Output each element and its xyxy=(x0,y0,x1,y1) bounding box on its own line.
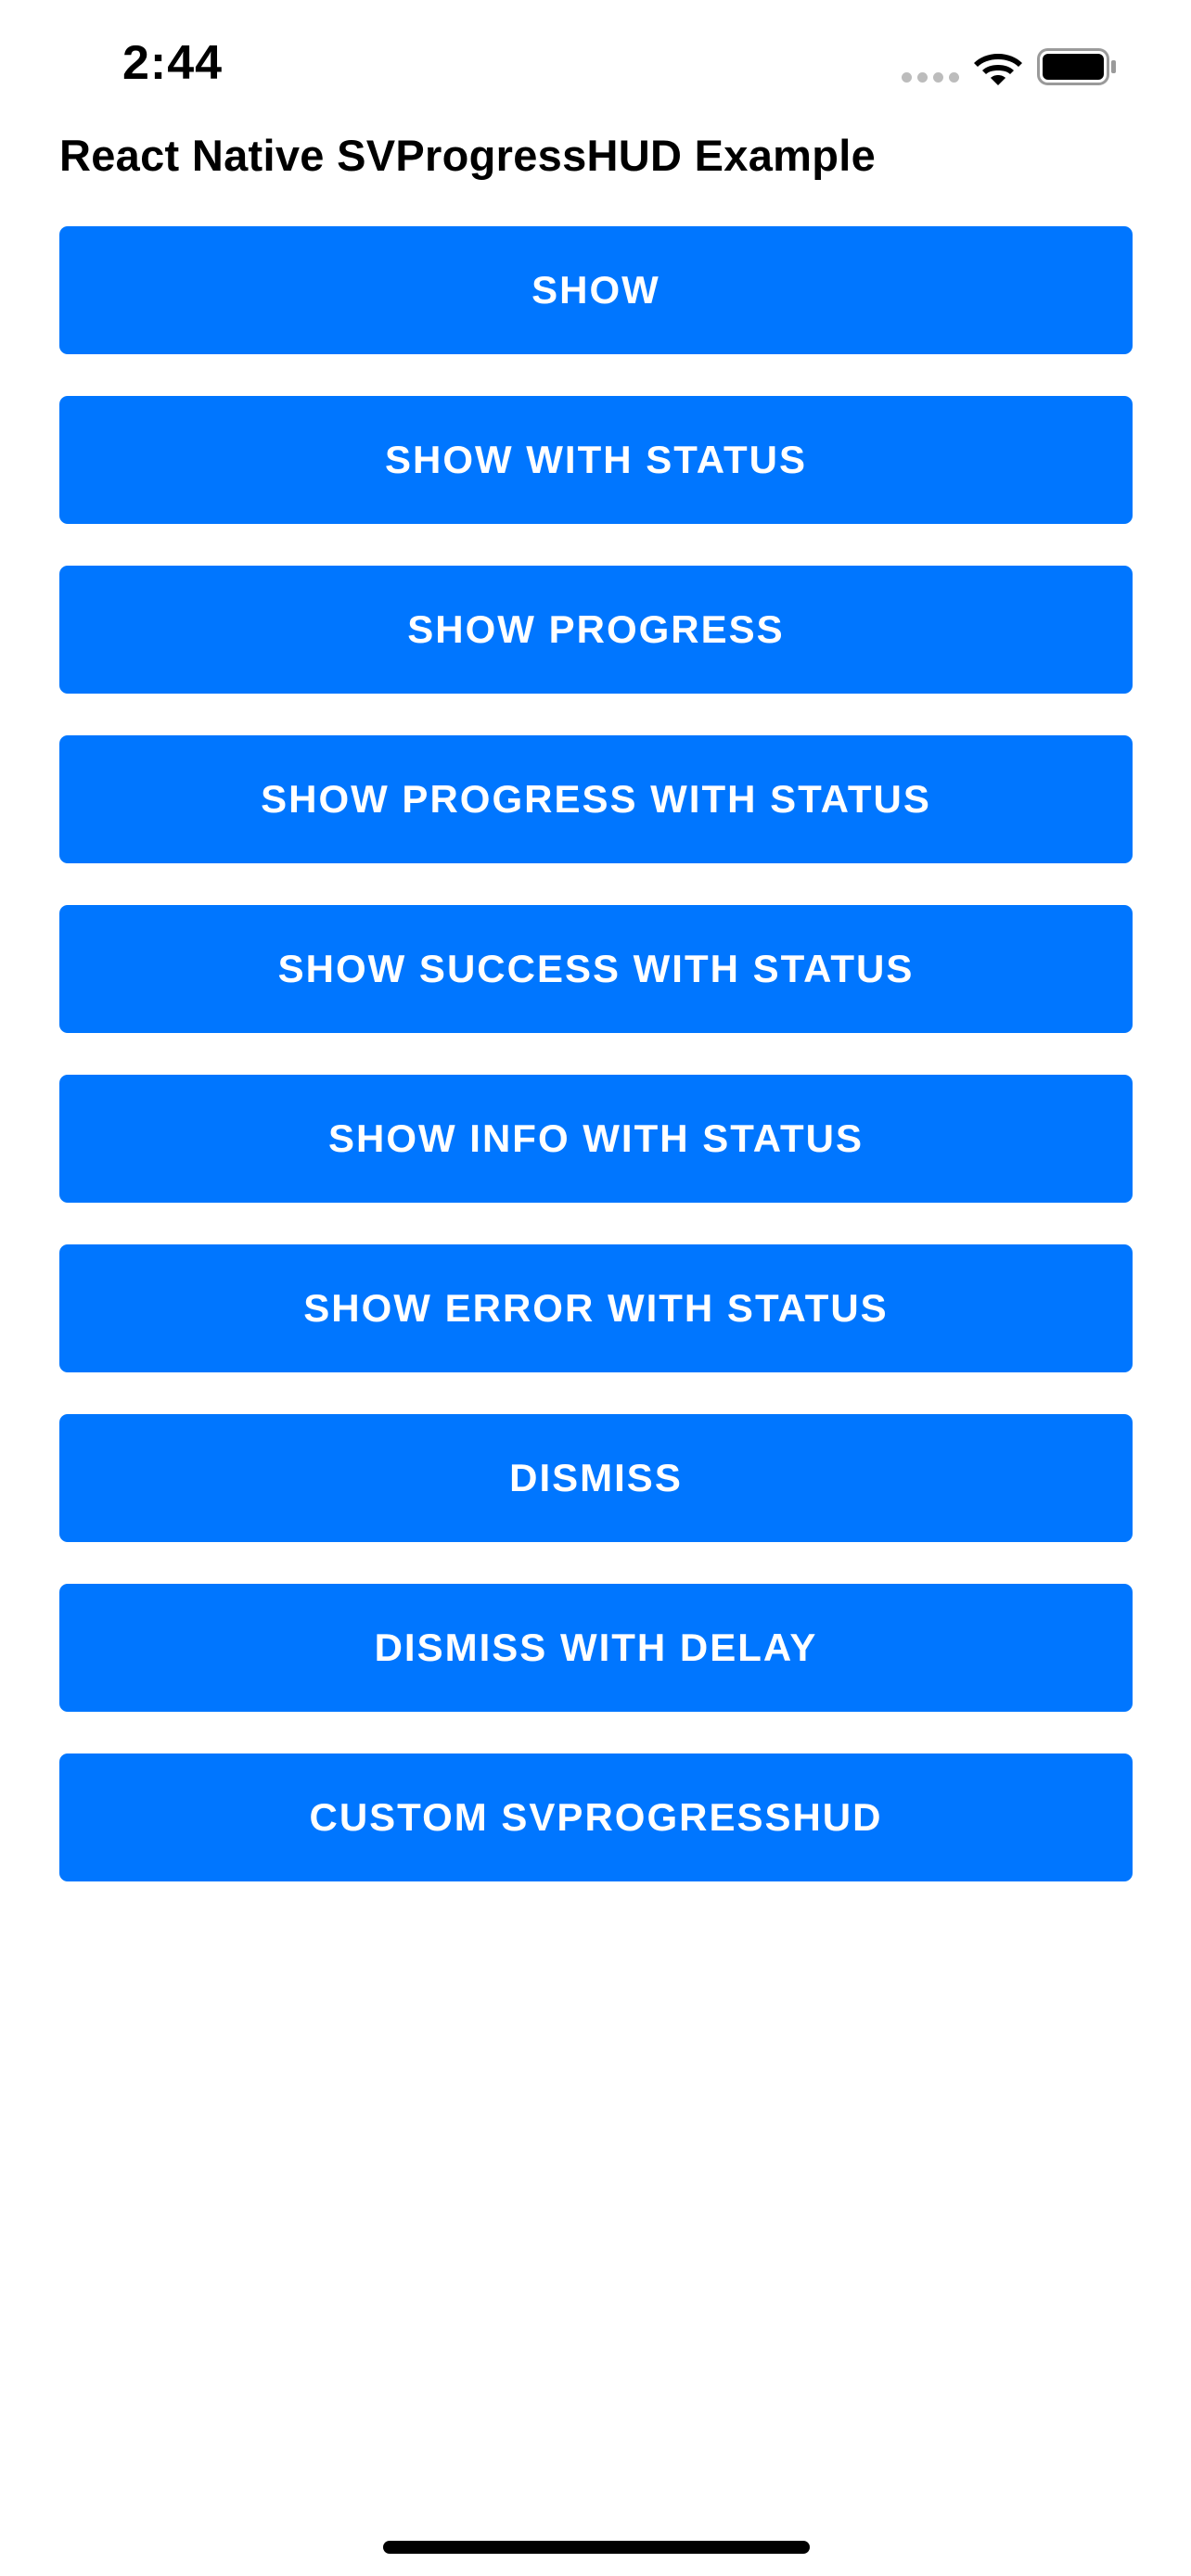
show-error-with-status-button[interactable]: SHOW ERROR WITH STATUS xyxy=(59,1244,1133,1372)
page-title: React Native SVProgressHUD Example xyxy=(59,131,877,180)
button-label: DISMISS WITH DELAY xyxy=(374,1626,818,1669)
button-label: CUSTOM SVPROGRESSHUD xyxy=(309,1795,883,1839)
dismiss-button[interactable]: DISMISS xyxy=(59,1414,1133,1542)
wifi-icon xyxy=(974,54,1022,85)
show-progress-with-status-button[interactable]: SHOW PROGRESS WITH STATUS xyxy=(59,735,1133,863)
signal-dots-icon xyxy=(902,72,961,83)
button-list: SHOW SHOW WITH STATUS SHOW PROGRESS SHOW… xyxy=(59,226,1133,1923)
battery-icon xyxy=(1037,48,1116,85)
custom-svprogresshud-button[interactable]: CUSTOM SVPROGRESSHUD xyxy=(59,1753,1133,1881)
home-indicator[interactable] xyxy=(383,2541,810,2554)
button-label: SHOW PROGRESS WITH STATUS xyxy=(261,777,931,821)
dismiss-with-delay-button[interactable]: DISMISS WITH DELAY xyxy=(59,1584,1133,1712)
button-label: SHOW PROGRESS xyxy=(407,607,785,651)
show-progress-button[interactable]: SHOW PROGRESS xyxy=(59,566,1133,694)
button-label: SHOW INFO WITH STATUS xyxy=(327,1116,864,1160)
button-label: SHOW SUCCESS WITH STATUS xyxy=(277,947,915,990)
show-success-with-status-button[interactable]: SHOW SUCCESS WITH STATUS xyxy=(59,905,1133,1033)
show-with-status-button[interactable]: SHOW WITH STATUS xyxy=(59,396,1133,524)
button-label: SHOW ERROR WITH STATUS xyxy=(303,1286,889,1330)
show-button[interactable]: SHOW xyxy=(59,226,1133,354)
button-label: SHOW xyxy=(531,268,660,312)
status-time: 2:44 xyxy=(122,36,224,90)
button-label: SHOW WITH STATUS xyxy=(384,438,808,481)
status-bar: 2:44 xyxy=(0,0,1191,130)
show-info-with-status-button[interactable]: SHOW INFO WITH STATUS xyxy=(59,1075,1133,1203)
button-label: DISMISS xyxy=(509,1456,683,1499)
